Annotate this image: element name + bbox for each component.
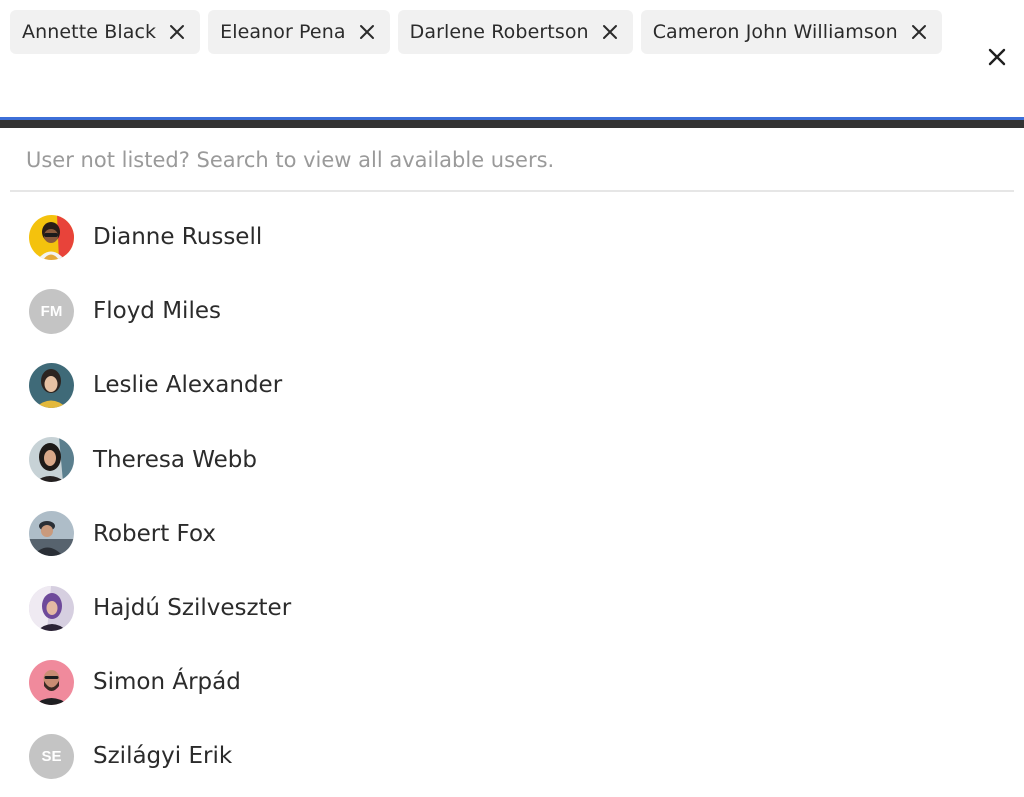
clear-all-button[interactable] [986, 46, 1008, 68]
avatar [29, 585, 74, 631]
avatar: SE [29, 733, 74, 779]
user-name: Theresa Webb [93, 446, 258, 473]
divider [0, 120, 1024, 128]
close-icon[interactable] [601, 23, 619, 41]
close-icon[interactable] [910, 23, 928, 41]
avatar-initials: FM [40, 302, 63, 320]
user-option[interactable]: Simon Árpád [0, 645, 1024, 719]
chip-label: Annette Black [22, 21, 157, 43]
user-name: Floyd Miles [93, 298, 221, 325]
avatar: FM [29, 288, 74, 334]
user-name: Szilágyi Erik [93, 743, 233, 770]
close-icon [988, 48, 1006, 66]
user-option[interactable]: Leslie Alexander [0, 348, 1024, 422]
chip-cameron-john-williamson: Cameron John Williamson [640, 10, 942, 54]
chip-darlene-robertson: Darlene Robertson [397, 10, 633, 54]
search-hint: User not listed? Search to view all avai… [26, 148, 555, 172]
user-option[interactable]: Robert Fox [0, 497, 1024, 571]
user-option[interactable]: FM Floyd Miles [0, 274, 1024, 348]
divider [10, 190, 1014, 192]
avatar [29, 437, 74, 483]
user-option[interactable]: SE Szilágyi Erik [0, 719, 1024, 793]
user-list: Dianne Russell FM Floyd Miles Leslie Ale… [0, 200, 1024, 794]
avatar [29, 659, 74, 705]
user-name: Leslie Alexander [93, 372, 283, 399]
user-option[interactable]: Dianne Russell [0, 200, 1024, 274]
user-option[interactable]: Hajdú Szilveszter [0, 571, 1024, 645]
chip-annette-black: Annette Black [10, 10, 201, 54]
user-name: Hajdú Szilveszter [93, 595, 292, 622]
avatar [29, 362, 74, 408]
user-multiselect[interactable]: Annette Black Eleanor Pena Darlene Rober… [0, 0, 1024, 120]
user-name: Robert Fox [93, 520, 216, 547]
user-name: Dianne Russell [93, 224, 263, 251]
selected-chips: Annette Black Eleanor Pena Darlene Rober… [10, 10, 960, 54]
avatar [29, 214, 74, 260]
avatar-initials: SE [41, 747, 62, 765]
user-name: Simon Árpád [93, 669, 241, 696]
chip-label: Cameron John Williamson [652, 21, 898, 43]
chip-label: Eleanor Pena [220, 21, 346, 43]
close-icon[interactable] [358, 23, 376, 41]
chip-label: Darlene Robertson [409, 21, 589, 43]
avatar [29, 511, 74, 557]
close-icon[interactable] [168, 23, 186, 41]
user-option[interactable]: Theresa Webb [0, 423, 1024, 497]
chip-eleanor-pena: Eleanor Pena [208, 10, 390, 54]
user-dropdown: User not listed? Search to view all avai… [0, 128, 1024, 797]
